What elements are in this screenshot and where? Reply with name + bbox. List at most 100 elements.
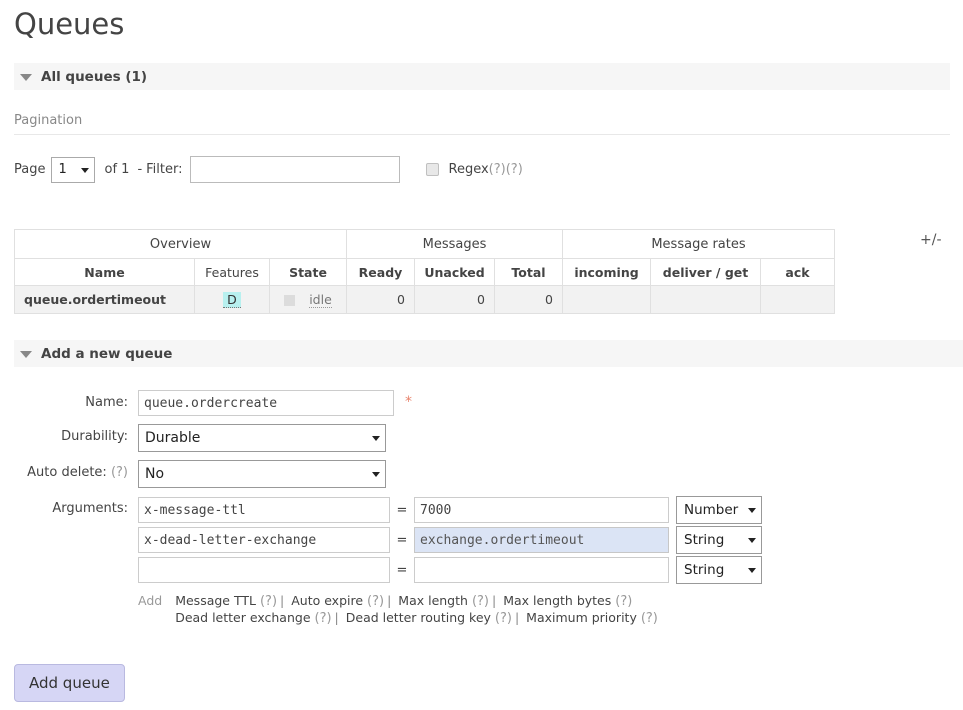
cell-total: 0 — [494, 285, 563, 314]
section-header-all-queues-label: All queues (1) — [41, 68, 148, 85]
column-header-incoming[interactable]: incoming — [562, 258, 651, 286]
argument-type-select[interactable]: String — [676, 556, 762, 584]
argument-type-select-wrapper: Number — [669, 496, 762, 524]
pagination-controls: Page 1 of 1 - Filter: Regex (?) (?) — [14, 156, 523, 183]
column-header-ready[interactable]: Ready — [346, 258, 415, 286]
argument-type-select-wrapper: String — [669, 526, 762, 554]
page-total: of 1 — [104, 162, 130, 177]
regex-checkbox[interactable] — [425, 163, 439, 176]
argument-add-label: Add — [138, 593, 163, 608]
cell-state: idle — [269, 285, 347, 314]
section-header-add-queue[interactable]: Add a new queue — [14, 339, 963, 367]
form-row-auto-delete: Auto delete: (?) No — [0, 460, 762, 488]
argument-presets: Add Message TTL (?) | Auto expire (?) | Ma… — [138, 593, 762, 626]
chevron-down-icon — [20, 73, 32, 81]
preset-max-length-bytes[interactable]: Max length bytes — [503, 593, 611, 608]
column-header-unacked[interactable]: Unacked — [414, 258, 495, 286]
queues-table-head: Overview Messages Message rates Name Fea… — [14, 229, 835, 286]
preset-max-length-bytes-help-icon[interactable]: (?) — [615, 594, 632, 609]
group-header-message-rates: Message rates — [562, 229, 835, 259]
filter-input[interactable] — [189, 156, 400, 183]
argument-type-select-wrapper: String — [669, 556, 762, 584]
durability-label: Durability: — [61, 429, 128, 444]
queues-table-wrapper: Overview Messages Message rates Name Fea… — [14, 229, 835, 314]
queue-name-input[interactable] — [138, 390, 394, 416]
table-row[interactable]: queue.ordertimeout D idle 0 0 0 — [14, 285, 835, 314]
preset-max-length-help-icon[interactable]: (?) — [472, 594, 489, 609]
argument-key-input[interactable] — [138, 497, 390, 523]
argument-preset-links: Message TTL (?) | Auto expire (?) | Max le… — [175, 593, 658, 626]
auto-delete-help-icon[interactable]: (?) — [111, 465, 128, 480]
form-row-name: Name: * — [0, 390, 762, 416]
section-header-all-queues[interactable]: All queues (1) — [14, 62, 950, 90]
preset-dead-letter-exchange[interactable]: Dead letter exchange — [175, 610, 310, 625]
name-label: Name: — [85, 395, 128, 410]
preset-dead-letter-exchange-help-icon[interactable]: (?) — [315, 611, 332, 626]
column-header-total[interactable]: Total — [494, 258, 563, 286]
status-indicator-icon — [284, 295, 296, 306]
pagination-subheading: Pagination — [14, 113, 950, 135]
auto-delete-select[interactable]: No — [138, 460, 386, 488]
preset-message-ttl-help-icon[interactable]: (?) — [260, 594, 277, 609]
argument-key-input[interactable] — [138, 527, 390, 553]
column-header-deliver-get[interactable]: deliver / get — [650, 258, 761, 286]
preset-dead-letter-routing-key[interactable]: Dead letter routing key — [346, 610, 491, 625]
argument-type-select[interactable]: Number — [676, 496, 762, 524]
argument-row: = String — [138, 526, 762, 554]
cell-queue-name[interactable]: queue.ordertimeout — [14, 285, 195, 314]
add-queue-form: Name: * Durability: Durable Auto delete:… — [0, 390, 762, 634]
cell-unacked: 0 — [414, 285, 495, 314]
page-select-wrapper: 1 — [51, 156, 96, 183]
group-header-overview: Overview — [14, 229, 347, 259]
regex-help-icon-2[interactable]: (?) — [506, 162, 523, 177]
page-select[interactable]: 1 — [51, 156, 96, 183]
cell-features: D — [194, 285, 270, 314]
toggle-columns-button[interactable]: +/- — [920, 232, 942, 248]
regex-help-icon-1[interactable]: (?) — [489, 162, 506, 177]
preset-auto-expire[interactable]: Auto expire — [291, 593, 363, 608]
argument-key-input[interactable] — [138, 557, 390, 583]
argument-row: = Number — [138, 496, 762, 524]
column-header-ack[interactable]: ack — [760, 258, 835, 286]
page-label: Page — [14, 162, 46, 177]
chevron-down-icon — [20, 350, 32, 358]
argument-value-input[interactable] — [414, 557, 669, 583]
preset-dead-letter-routing-key-help-icon[interactable]: (?) — [495, 611, 512, 626]
state-label: idle — [309, 292, 332, 308]
table-group-header-row: Overview Messages Message rates — [14, 229, 835, 259]
auto-delete-select-wrapper: No — [138, 460, 386, 488]
preset-message-ttl[interactable]: Message TTL — [175, 593, 256, 608]
cell-deliver-get — [650, 285, 761, 314]
argument-equals-sign: = — [396, 502, 408, 518]
arguments-list: = Number = String — [138, 496, 762, 626]
argument-type-select[interactable]: String — [676, 526, 762, 554]
column-header-features: Features — [194, 258, 270, 286]
argument-value-input[interactable] — [414, 497, 669, 523]
preset-max-length[interactable]: Max length — [398, 593, 468, 608]
durability-select-wrapper: Durable — [138, 424, 386, 452]
cell-ack — [760, 285, 835, 314]
preset-line-1: Message TTL (?) | Auto expire (?) | Max le… — [175, 593, 633, 609]
regex-control: Regex (?) (?) — [425, 162, 523, 177]
arguments-label: Arguments: — [52, 501, 128, 516]
argument-value-input[interactable] — [414, 527, 669, 553]
preset-auto-expire-help-icon[interactable]: (?) — [367, 594, 384, 609]
required-marker: * — [405, 394, 412, 410]
section-header-add-queue-label: Add a new queue — [41, 345, 173, 362]
queues-page: Queues All queues (1) Pagination Page 1 … — [0, 0, 963, 710]
auto-delete-label: Auto delete: (?) — [27, 465, 128, 480]
queues-table-body: queue.ordertimeout D idle 0 0 0 — [14, 285, 835, 314]
pagination-dash: - — [137, 162, 143, 177]
page-title: Queues — [14, 7, 125, 41]
add-queue-button[interactable]: Add queue — [14, 664, 125, 702]
form-row-durability: Durability: Durable — [0, 424, 762, 452]
argument-row: = String — [138, 556, 762, 584]
preset-maximum-priority[interactable]: Maximum priority — [526, 610, 637, 625]
column-header-state: State — [269, 258, 347, 286]
cell-incoming — [562, 285, 651, 314]
preset-line-2: Dead letter exchange (?) | Dead letter ro… — [175, 609, 658, 626]
preset-maximum-priority-help-icon[interactable]: (?) — [641, 611, 658, 626]
table-column-header-row: Name Features State Ready Unacked Total … — [14, 258, 835, 286]
column-header-name[interactable]: Name — [14, 258, 195, 286]
durability-select[interactable]: Durable — [138, 424, 386, 452]
